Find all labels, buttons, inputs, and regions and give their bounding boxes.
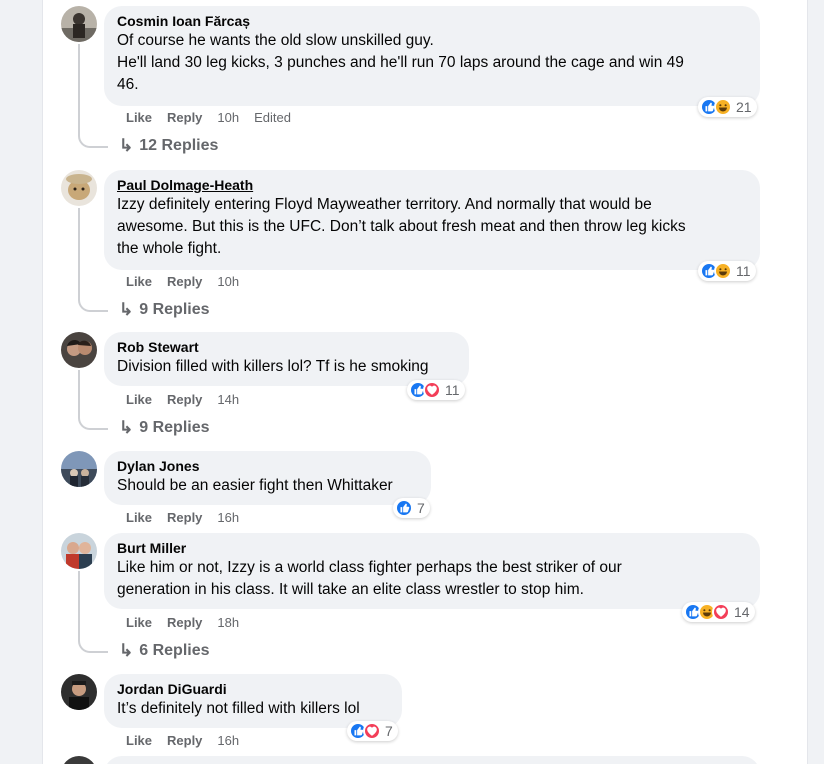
view-replies-button[interactable]: ↳ 12 Replies [119, 136, 218, 156]
replies-label: 9 Replies [139, 419, 210, 436]
thread-line [78, 208, 80, 300]
avatar[interactable] [61, 451, 97, 487]
replies-label: 12 Replies [139, 137, 219, 154]
avatar[interactable] [61, 756, 97, 764]
reply-button[interactable]: Reply [167, 510, 202, 526]
thread-line [78, 370, 80, 418]
reaction-count: 11 [445, 382, 460, 398]
comment-bubble: Paul Dolmage-Heath Izzy definitely enter… [104, 170, 760, 270]
thread-curve [78, 298, 108, 312]
avatar[interactable] [61, 6, 97, 42]
reaction-summary[interactable]: 11 [407, 380, 465, 400]
comment-timestamp[interactable]: 16h [217, 510, 239, 526]
view-replies-button[interactable]: ↳ 6 Replies [119, 641, 210, 661]
comment-actions: Like Reply 10h Edited [126, 110, 306, 126]
reply-button[interactable]: Reply [167, 733, 202, 749]
thread-curve [78, 134, 108, 148]
love-icon [712, 603, 730, 621]
comment-text: Like him or not, Izzy is a world class f… [117, 559, 622, 598]
avatar[interactable] [61, 332, 97, 368]
reply-button[interactable]: Reply [167, 274, 202, 290]
reaction-count: 7 [417, 500, 425, 516]
thread-line [78, 571, 80, 641]
comment-actions: Like Reply 16h [126, 733, 254, 749]
thread-curve [78, 416, 108, 430]
avatar[interactable] [61, 533, 97, 569]
comment-bubble: Rob Stewart Division filled with killers… [104, 332, 469, 386]
comment-timestamp[interactable]: 10h [217, 110, 239, 126]
reaction-count: 21 [736, 99, 752, 115]
reply-arrow-icon: ↳ [119, 641, 134, 660]
reply-button[interactable]: Reply [167, 110, 202, 126]
comment-author[interactable]: Rob Stewart [117, 338, 456, 356]
thread-line [78, 44, 80, 136]
comment-author[interactable]: Jordan DiGuardi [117, 680, 389, 698]
reaction-count: 14 [734, 604, 750, 620]
comment-bubble: Dylan Jones Should be an easier fight th… [104, 451, 431, 505]
like-button[interactable]: Like [126, 392, 152, 408]
comment-bubble: Jordan DiGuardi It’s definitely not fill… [104, 674, 402, 728]
like-button[interactable]: Like [126, 615, 152, 631]
reply-arrow-icon: ↳ [119, 136, 134, 155]
love-icon [423, 381, 441, 399]
haha-icon [714, 98, 732, 116]
comment-actions: Like Reply 14h [126, 392, 254, 408]
comment-author[interactable]: Burt Miller [117, 539, 747, 557]
comment-bubble: Burt Miller Like him or not, Izzy is a w… [104, 533, 760, 609]
comment-text: Of course he wants the old slow unskille… [117, 32, 684, 93]
comments-panel: Cosmin Ioan Fărcaș Of course he wants th… [42, 0, 808, 764]
like-button[interactable]: Like [126, 510, 152, 526]
comment-actions: Like Reply 10h [126, 274, 254, 290]
like-icon [395, 499, 413, 517]
avatar[interactable] [61, 674, 97, 710]
reply-arrow-icon: ↳ [119, 418, 134, 437]
comment-author[interactable]: Dylan Jones [117, 457, 418, 475]
comment-timestamp[interactable]: 18h [217, 615, 239, 631]
comment-timestamp[interactable]: 16h [217, 733, 239, 749]
comment-author[interactable]: Cosmin Ioan Fărcaș [117, 12, 747, 30]
view-replies-button[interactable]: ↳ 9 Replies [119, 418, 210, 438]
thread-curve [78, 639, 108, 653]
comment-text: Izzy definitely entering Floyd Mayweathe… [117, 196, 686, 257]
replies-label: 6 Replies [139, 642, 210, 659]
comment-actions: Like Reply 18h [126, 615, 254, 631]
comment-timestamp[interactable]: 10h [217, 274, 239, 290]
comment-text: Division filled with killers lol? Tf is … [117, 358, 429, 375]
reaction-count: 11 [736, 263, 751, 279]
comment-author[interactable]: Paul Dolmage-Heath [117, 176, 747, 194]
edited-label: Edited [254, 110, 291, 125]
reaction-summary[interactable]: 21 [698, 97, 757, 117]
love-icon [363, 722, 381, 740]
comment-timestamp[interactable]: 14h [217, 392, 239, 408]
reply-arrow-icon: ↳ [119, 300, 134, 319]
haha-icon [714, 262, 732, 280]
view-replies-button[interactable]: ↳ 9 Replies [119, 300, 210, 320]
comment-actions: Like Reply 16h [126, 510, 254, 526]
reaction-summary[interactable]: 7 [347, 721, 398, 741]
reaction-count: 7 [385, 723, 393, 739]
like-button[interactable]: Like [126, 274, 152, 290]
reaction-summary[interactable]: 11 [698, 261, 756, 281]
comment-bubble [104, 756, 760, 764]
comment-text: It’s definitely not filled with killers … [117, 700, 360, 717]
like-button[interactable]: Like [126, 733, 152, 749]
avatar[interactable] [61, 170, 97, 206]
reply-button[interactable]: Reply [167, 615, 202, 631]
reply-button[interactable]: Reply [167, 392, 202, 408]
comment-text: Should be an easier fight then Whittaker [117, 477, 393, 494]
reaction-summary[interactable]: 7 [393, 498, 430, 518]
reaction-summary[interactable]: 14 [682, 602, 755, 622]
comment-bubble: Cosmin Ioan Fărcaș Of course he wants th… [104, 6, 760, 106]
replies-label: 9 Replies [139, 301, 210, 318]
like-button[interactable]: Like [126, 110, 152, 126]
